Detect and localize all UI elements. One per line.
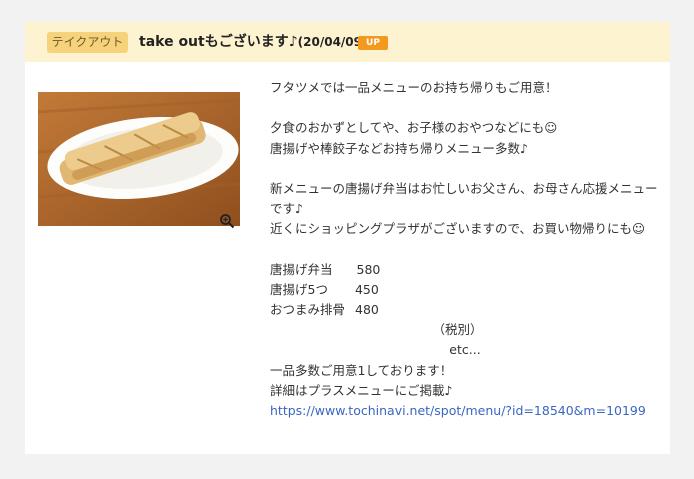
etc-text: etc...: [449, 342, 481, 358]
post-title: take outもございます♪(20/04/09): [139, 31, 368, 53]
up-badge: UP: [358, 36, 388, 50]
paragraph-line: 新メニューの唐揚げ弁当はお忙しいお父さん、お母さん応援メニュー: [270, 180, 658, 196]
paragraph-line: です♪: [270, 201, 303, 217]
tax-note: （税別）: [432, 322, 483, 338]
menu-item-price: 450: [354, 281, 379, 297]
menu-item-price: 480: [355, 302, 379, 318]
intro-text: フタツメでは一品メニューのお持ち帰りもご用意！: [270, 80, 558, 95]
category-tag: テイクアウト: [47, 32, 128, 53]
paragraph-line: 近くにショッピングプラザがございますので、お買い物帰りにも☺: [270, 221, 646, 237]
menu-item: 唐揚げ5つ 450: [270, 280, 665, 300]
menu-item-name: 唐揚げ弁当: [270, 261, 333, 277]
post-body: フタツメでは一品メニューのお持ち帰りもご用意！ 夕食のおかずとしてや、お子様のお…: [270, 78, 665, 421]
post-title-text: take outもございます♪: [139, 34, 298, 50]
menu-item-price: 580: [356, 261, 381, 277]
menu-item-name: おつまみ排骨: [270, 302, 346, 318]
menu-link[interactable]: https://www.tochinavi.net/spot/menu/?id=…: [270, 403, 646, 418]
menu-item: おつまみ排骨 480: [270, 300, 665, 320]
closing-text: 詳細はプラスメニューにご掲載♪: [270, 382, 453, 398]
menu-item-name: 唐揚げ5つ: [270, 281, 328, 297]
zoom-icon[interactable]: [219, 213, 235, 229]
paragraph-line: 唐揚げや棒餃子などお持ち帰りメニュー多数♪: [270, 140, 528, 156]
post-header: テイクアウト take outもございます♪(20/04/09) UP: [25, 22, 670, 62]
gyoza-photo-illustration: [38, 92, 240, 226]
closing-text: 一品多数ご用意1しております！: [270, 362, 453, 378]
paragraph-line: 夕食のおかずとしてや、お子様のおやつなどにも☺: [270, 120, 558, 136]
post-card: テイクアウト take outもございます♪(20/04/09) UP フタツメ…: [25, 22, 670, 454]
menu-item: 唐揚げ弁当 580: [270, 260, 665, 280]
post-photo[interactable]: [38, 92, 240, 226]
